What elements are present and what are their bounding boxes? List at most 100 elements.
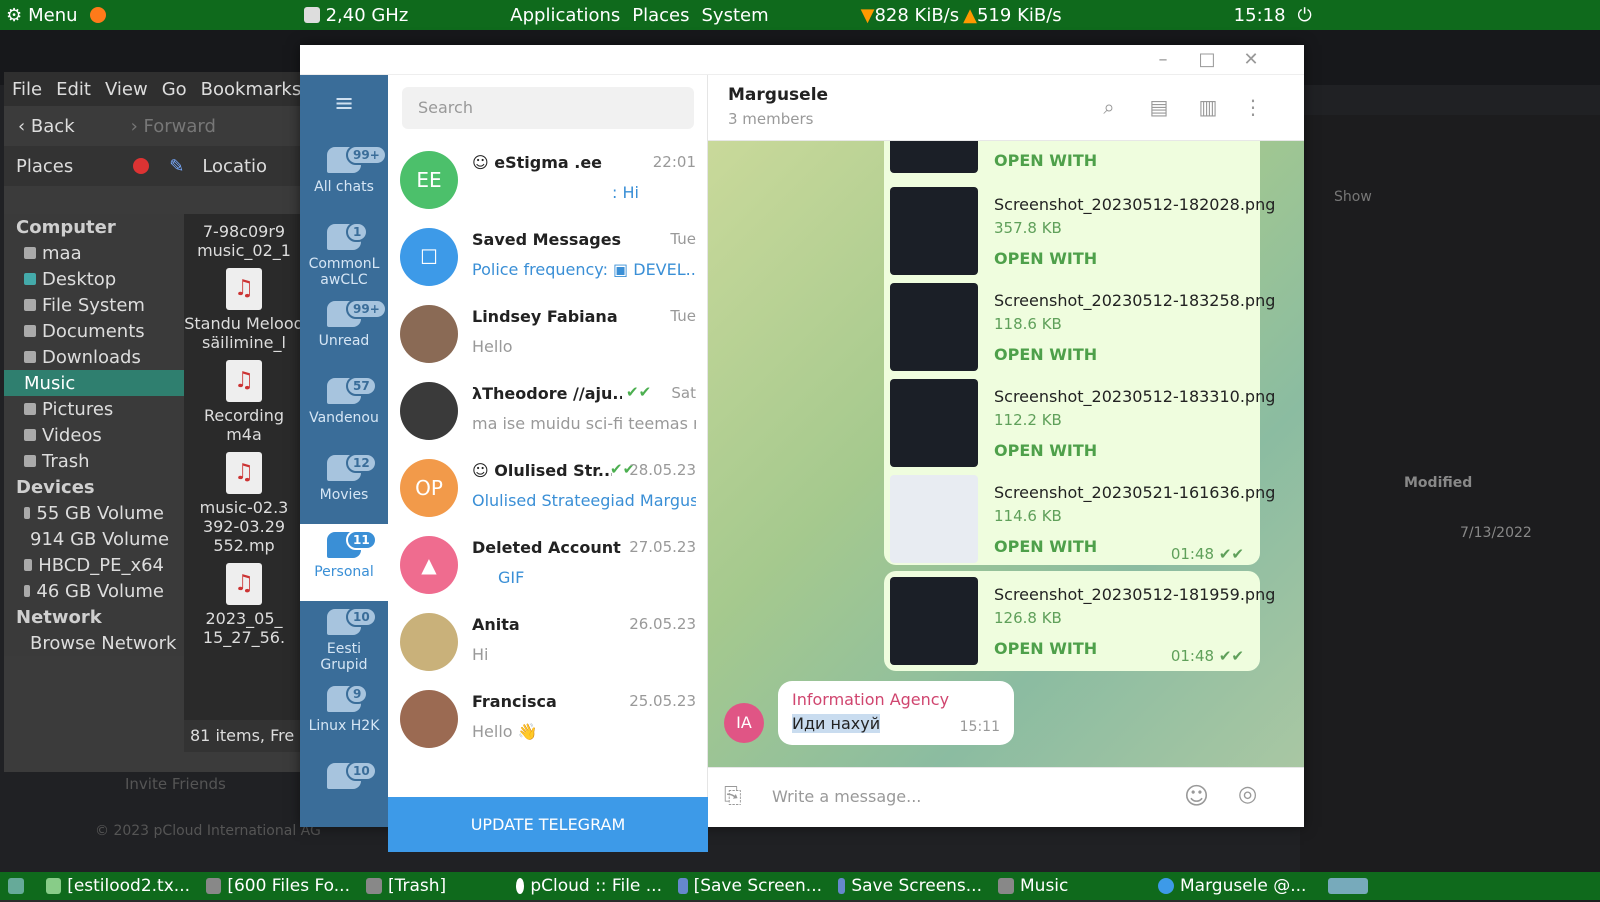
edit-location-icon[interactable]: ✎: [169, 156, 184, 177]
image-thumbnail[interactable]: [890, 141, 978, 173]
open-with-button[interactable]: OPEN WITH: [994, 441, 1097, 460]
workspace-switcher[interactable]: [1320, 872, 1382, 900]
menu-button[interactable]: ⚙ Menu: [0, 0, 84, 30]
applications-menu[interactable]: Applications: [504, 0, 626, 30]
sidebar-item-volume[interactable]: 46 GB Volume: [4, 578, 184, 604]
sidebar-toggle-icon[interactable]: ▥: [1195, 95, 1221, 121]
chat-header[interactable]: Margusele 3 members ⌕ ▤ ▥ ⋮: [708, 75, 1304, 141]
sidebar-item-pictures[interactable]: Pictures: [4, 396, 184, 422]
menu-edit[interactable]: Edit: [56, 79, 91, 100]
menu-go[interactable]: Go: [162, 79, 187, 100]
sidebar-item-volume[interactable]: 914 GB Volume: [4, 526, 184, 552]
chat-list-item[interactable]: ▲ Deleted Account 27.05.23 GIF: [388, 526, 708, 603]
chat-list-item[interactable]: Francisca 25.05.23 Hello 👋: [388, 680, 708, 757]
more-options-icon[interactable]: ⋮: [1240, 95, 1266, 121]
attach-icon[interactable]: ⎘: [724, 784, 742, 809]
show-desktop-button[interactable]: [0, 872, 38, 900]
sidebar-item-browse-network[interactable]: Browse Network: [4, 630, 184, 656]
file-item[interactable]: ♫ Recording m4a: [184, 360, 304, 444]
chat-list-item[interactable]: EE ☺ eStigma .ee 22:01 : Hi: [388, 141, 708, 218]
close-places-icon[interactable]: [133, 158, 150, 174]
file-item[interactable]: ♫ music-02.3 392-03.29 552.mp: [184, 452, 304, 555]
file-attachment[interactable]: OPEN WITH: [884, 141, 1260, 181]
chat-list-item[interactable]: OP ☺ Olulised Str... ✔✔ 28.05.23 Olulise…: [388, 449, 708, 526]
chat-list-item[interactable]: Lindsey Fabiana Tue Hello: [388, 295, 708, 372]
open-with-button[interactable]: OPEN WITH: [994, 537, 1097, 556]
taskbar-item[interactable]: Music: [990, 872, 1150, 900]
sidebar-item-volume[interactable]: 55 GB Volume: [4, 500, 184, 526]
places-dropdown[interactable]: Places: [16, 156, 73, 177]
avatar[interactable]: IA: [724, 703, 764, 743]
maximize-icon[interactable]: □: [1194, 49, 1220, 71]
sidebar-item-volume[interactable]: HBCD_PE_x64: [4, 552, 184, 578]
chat-list-item[interactable]: λTheodore //aju... ✔✔ Sat ma ise muidu s…: [388, 372, 708, 449]
search-input[interactable]: Search: [402, 87, 694, 129]
chat-list-item[interactable]: ☐ Saved Messages Tue Police frequency: ▣…: [388, 218, 708, 295]
sidebar-item-music[interactable]: Music: [4, 370, 184, 396]
image-thumbnail[interactable]: [890, 475, 978, 563]
file-attachment[interactable]: Screenshot_20230512-182028.png 357.8 KB …: [884, 181, 1275, 277]
open-with-button[interactable]: OPEN WITH: [994, 151, 1097, 170]
taskbar-item[interactable]: Margusele @...: [1150, 872, 1320, 900]
taskbar-item[interactable]: [Save Screen...: [670, 872, 830, 900]
emoji-icon[interactable]: ☺: [1184, 782, 1209, 810]
taskbar-item[interactable]: [600 Files Fo...: [198, 872, 358, 900]
back-button[interactable]: ‹ Back: [18, 116, 75, 137]
sidebar-item-trash[interactable]: Trash: [4, 448, 184, 474]
clock[interactable]: 15:18: [1228, 0, 1292, 30]
file-attachment[interactable]: Screenshot_20230521-161636.png 114.6 KB …: [884, 469, 1275, 565]
taskbar-item[interactable]: pCloud :: File ...: [508, 872, 670, 900]
sidebar-item-documents[interactable]: Documents: [4, 318, 184, 344]
chat-list-item[interactable]: Anita 26.05.23 Hi: [388, 603, 708, 680]
open-with-button[interactable]: OPEN WITH: [994, 345, 1097, 364]
sidebar-item-videos[interactable]: Videos: [4, 422, 184, 448]
sidebar-item-desktop[interactable]: Desktop: [4, 266, 184, 292]
folder-unread[interactable]: 99+ Unread: [300, 293, 388, 370]
open-with-button[interactable]: OPEN WITH: [994, 249, 1097, 268]
image-thumbnail[interactable]: [890, 283, 978, 371]
image-thumbnail[interactable]: [890, 577, 978, 665]
system-menu[interactable]: System: [695, 0, 774, 30]
folder-eesti-grupid[interactable]: 10 Eesti Grupid: [300, 601, 388, 678]
file-attachment[interactable]: Screenshot_20230512-183310.png 112.2 KB …: [884, 373, 1275, 469]
search-icon[interactable]: ⌕: [1096, 95, 1122, 121]
file-item[interactable]: ♫ 2023_05_ 15_27_56.: [184, 563, 304, 647]
live-stream-icon[interactable]: ▤: [1146, 95, 1172, 121]
hamburger-menu-icon[interactable]: ≡: [300, 75, 388, 139]
folder-movies[interactable]: 12 Movies: [300, 447, 388, 524]
minimize-icon[interactable]: –: [1150, 49, 1176, 71]
file-attachment[interactable]: Screenshot_20230512-183258.png 118.6 KB …: [884, 277, 1275, 373]
places-menu[interactable]: Places: [626, 0, 695, 30]
invite-friends-link[interactable]: Invite Friends: [125, 775, 226, 793]
file-item[interactable]: ♫ Standu Melood säilimine_l: [184, 268, 304, 352]
update-telegram-button[interactable]: UPDATE TELEGRAM: [388, 797, 708, 852]
power-icon[interactable]: ⏻: [1292, 0, 1318, 30]
close-icon[interactable]: ✕: [1238, 49, 1264, 71]
sidebar-item-downloads[interactable]: Downloads: [4, 344, 184, 370]
taskbar-item[interactable]: [Trash]: [358, 872, 508, 900]
image-thumbnail[interactable]: [890, 379, 978, 467]
menu-bookmarks[interactable]: Bookmarks: [201, 79, 302, 100]
folder-vandenou[interactable]: 57 Vandenou: [300, 370, 388, 447]
taskbar-item[interactable]: [estilood2.tx...: [38, 872, 198, 900]
microphone-icon[interactable]: ◎: [1238, 782, 1257, 807]
incoming-message-bubble[interactable]: Information Agency Иди нахуй 15:11: [778, 681, 1014, 745]
folder-linux-h2k[interactable]: 9 Linux H2K: [300, 678, 388, 755]
folder-commonlawclc[interactable]: 1 CommonLawCLC: [300, 216, 388, 293]
modified-column-header[interactable]: Modified: [1404, 475, 1472, 491]
taskbar-item[interactable]: Save Screens...: [830, 872, 990, 900]
open-with-button[interactable]: OPEN WITH: [994, 639, 1097, 658]
menu-file[interactable]: File: [12, 79, 42, 100]
sidebar-item-maa[interactable]: maa: [4, 240, 184, 266]
folder-personal[interactable]: 11 Personal: [300, 524, 388, 601]
sender-name[interactable]: Information Agency: [792, 690, 949, 709]
sidebar-item-file-system[interactable]: File System: [4, 292, 184, 318]
folder-all-chats[interactable]: 99+ All chats: [300, 139, 388, 216]
forward-button[interactable]: › Forward: [131, 116, 216, 137]
file-item[interactable]: 7-98c09r9 music_02_1: [184, 222, 304, 260]
folder-more[interactable]: 10: [300, 755, 388, 827]
firefox-launcher[interactable]: [84, 0, 118, 30]
file-attachment[interactable]: Screenshot_20230512-181959.png 126.8 KB …: [884, 571, 1275, 667]
image-thumbnail[interactable]: [890, 187, 978, 275]
menu-view[interactable]: View: [105, 79, 148, 100]
